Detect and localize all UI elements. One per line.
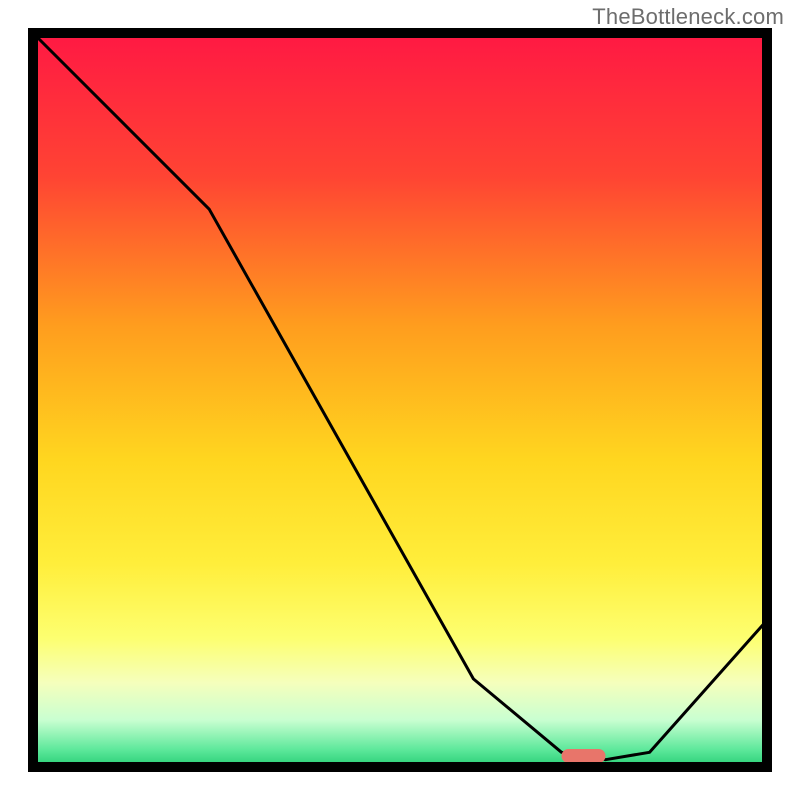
bottleneck-chart — [0, 0, 800, 800]
plot-area — [28, 28, 772, 772]
optimal-marker — [562, 749, 606, 763]
watermark-text: TheBottleneck.com — [592, 4, 784, 30]
